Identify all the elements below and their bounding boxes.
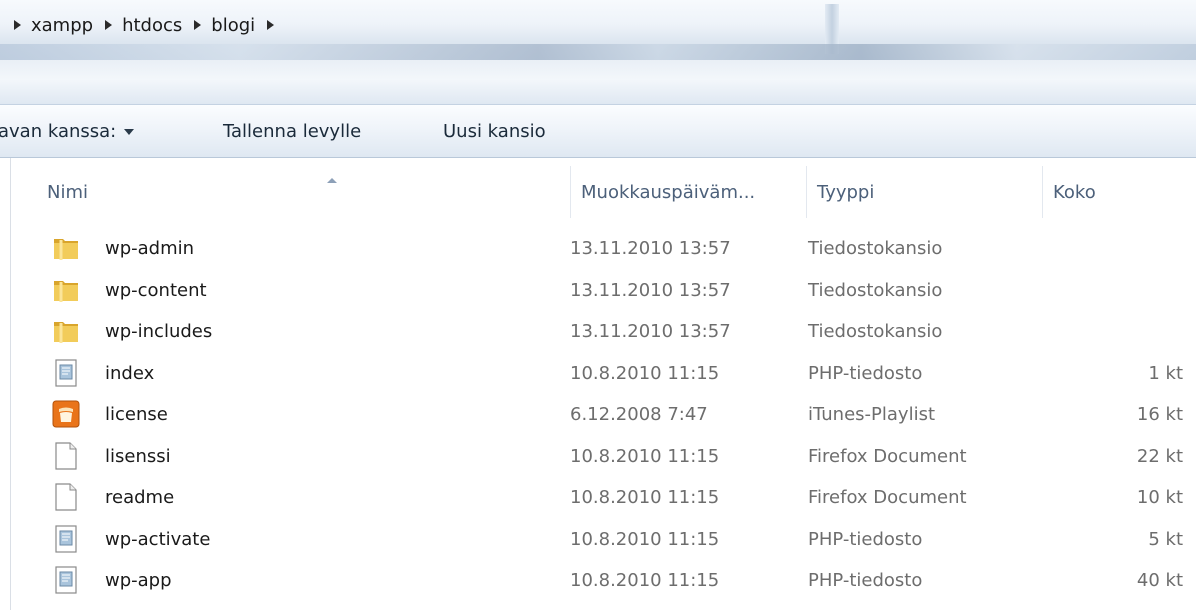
file-name: lisenssi: [105, 445, 171, 467]
breadcrumb-label[interactable]: htdocs: [122, 15, 182, 36]
file-size: 22 kt: [1136, 445, 1183, 467]
itunes-playlist-icon: [52, 400, 80, 428]
table-row[interactable]: wp-content 13.11.2010 13:57 Tiedostokans…: [11, 270, 1196, 312]
php-file-icon: [55, 358, 77, 387]
file-name: wp-content: [105, 279, 207, 301]
php-file-icon: [55, 524, 77, 553]
breadcrumb-item-htdocs[interactable]: htdocs: [103, 15, 192, 36]
column-header-size[interactable]: Koko: [1042, 166, 1196, 218]
share-with-button[interactable]: avan kanssa:: [0, 121, 135, 142]
table-row[interactable]: wp-app 10.8.2010 11:15 PHP-tiedosto 40 k…: [11, 560, 1196, 602]
file-date: 13.11.2010 13:57: [570, 238, 731, 259]
breadcrumb-label[interactable]: blogi: [211, 15, 255, 36]
file-size: 1 kt: [1148, 362, 1183, 384]
breadcrumb-arrow-icon[interactable]: [194, 20, 202, 30]
file-type: Tiedostokansio: [808, 279, 943, 301]
breadcrumb-children-dropdown[interactable]: [265, 20, 284, 30]
table-row[interactable]: lisenssi 10.8.2010 11:15 Firefox Documen…: [11, 436, 1196, 478]
breadcrumb-arrow-icon[interactable]: [14, 20, 21, 30]
blank-document-icon: [55, 441, 77, 470]
file-size: 5 kt: [1148, 528, 1183, 550]
file-name: wp-app: [105, 570, 172, 591]
column-header-type[interactable]: Tyyppi: [806, 166, 1049, 218]
blank-document-icon: [55, 483, 77, 511]
breadcrumb: xampp htdocs blogi: [12, 12, 284, 38]
share-with-label: avan kanssa:: [0, 121, 117, 142]
file-name: index: [105, 362, 155, 384]
table-row[interactable]: wp-includes 13.11.2010 13:57 Tiedostokan…: [11, 311, 1196, 353]
file-date: 6.12.2008 7:47: [570, 404, 708, 425]
table-row[interactable]: wp-admin 13.11.2010 13:57 Tiedostokansio: [11, 228, 1196, 270]
file-date: 10.8.2010 11:15: [570, 362, 720, 384]
column-header-name-label: Nimi: [47, 181, 89, 203]
file-date: 13.11.2010 13:57: [570, 279, 731, 301]
file-date: 10.8.2010 11:15: [570, 570, 720, 591]
file-name: wp-includes: [105, 321, 213, 342]
column-header-date[interactable]: Muokkauspäiväm...: [570, 166, 803, 218]
file-name: wp-admin: [105, 238, 195, 259]
file-type: Firefox Document: [808, 487, 967, 508]
file-type: PHP-tiedosto: [808, 570, 923, 591]
file-date: 10.8.2010 11:15: [570, 487, 720, 508]
sort-ascending-icon: [327, 178, 337, 183]
dropdown-arrow-icon: [124, 129, 135, 135]
breadcrumb-arrow-icon[interactable]: [105, 20, 113, 30]
folder-icon: [54, 322, 78, 343]
file-size: 16 kt: [1136, 404, 1183, 425]
file-date: 10.8.2010 11:15: [570, 445, 720, 467]
file-name: wp-activate: [105, 528, 211, 550]
breadcrumb-arrow-icon[interactable]: [267, 20, 275, 30]
file-size: 10 kt: [1136, 487, 1183, 508]
file-type: PHP-tiedosto: [808, 362, 923, 384]
file-size: 40 kt: [1136, 570, 1183, 591]
file-type: iTunes-Playlist: [808, 404, 936, 425]
file-rows: wp-admin 13.11.2010 13:57 Tiedostokansio…: [11, 228, 1196, 602]
table-row[interactable]: index 10.8.2010 11:15 PHP-tiedosto 1 kt: [11, 353, 1196, 395]
file-name: license: [105, 404, 168, 425]
file-type: Tiedostokansio: [808, 321, 943, 342]
command-bar: avan kanssa: Tallenna levylle Uusi kansi…: [0, 105, 1196, 158]
table-row[interactable]: license 6.12.2008 7:47 iTunes-Playlist 1…: [11, 394, 1196, 436]
address-bar-lower-edge: [0, 44, 1196, 60]
file-date: 13.11.2010 13:57: [570, 321, 731, 342]
file-type: Firefox Document: [808, 445, 967, 467]
file-list: Nimi Muokkauspäiväm... Tyyppi Koko wp-ad…: [10, 158, 1196, 610]
folder-icon: [54, 239, 78, 260]
file-type: Tiedostokansio: [808, 238, 943, 259]
new-folder-button[interactable]: Uusi kansio: [443, 121, 546, 142]
folder-icon: [54, 280, 78, 302]
toolbar-band: [0, 60, 1196, 105]
breadcrumb-item-xampp[interactable]: xampp: [12, 15, 103, 36]
column-header-name[interactable]: Nimi: [47, 166, 563, 218]
breadcrumb-item-blogi[interactable]: blogi: [192, 15, 265, 36]
file-type: PHP-tiedosto: [808, 528, 923, 550]
table-row[interactable]: wp-activate 10.8.2010 11:15 PHP-tiedosto…: [11, 519, 1196, 561]
php-file-icon: [55, 566, 77, 594]
table-row[interactable]: readme 10.8.2010 11:15 Firefox Document …: [11, 477, 1196, 519]
file-date: 10.8.2010 11:15: [570, 528, 720, 550]
burn-button[interactable]: Tallenna levylle: [223, 121, 361, 142]
address-bar: xampp htdocs blogi: [0, 0, 1196, 60]
breadcrumb-label[interactable]: xampp: [31, 15, 93, 36]
file-name: readme: [105, 487, 175, 508]
